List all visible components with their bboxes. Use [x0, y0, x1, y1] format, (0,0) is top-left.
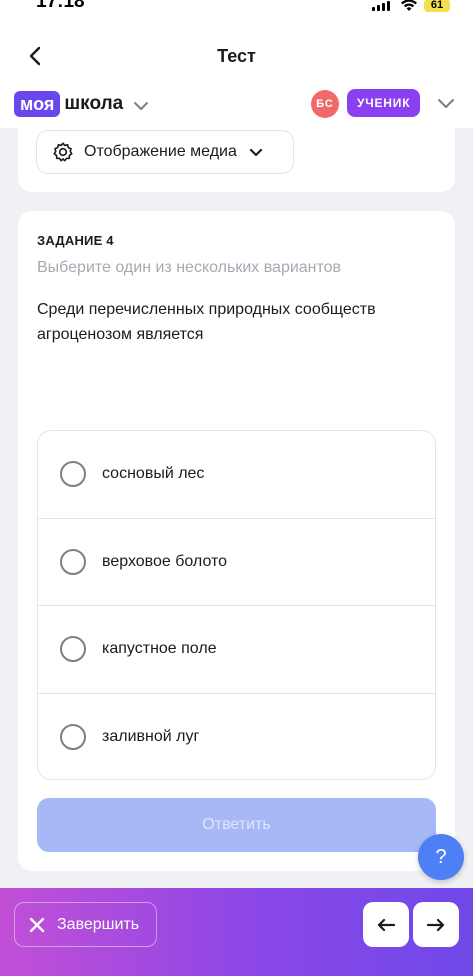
- gear-icon: [53, 142, 73, 162]
- arrow-left-icon: [377, 918, 396, 931]
- task-hint: Выберите один из нескольких вариантов: [37, 259, 342, 276]
- task-number: ЗАДАНИЕ 4: [37, 233, 114, 248]
- battery-icon: 61: [424, 0, 450, 12]
- signal-icon: [372, 1, 390, 11]
- task-card: ЗАДАНИЕ 4 Выберите один из нескольких ва…: [18, 211, 455, 871]
- brand-moya: моя: [14, 91, 61, 117]
- app-header: Тест моя школа БС УЧЕНИК: [0, 18, 473, 128]
- page-title: Тест: [217, 46, 256, 66]
- status-time: 17:18: [36, 0, 85, 12]
- option-label: верховое болото: [102, 552, 228, 570]
- previous-task-button[interactable]: [363, 902, 409, 947]
- option-label: сосновый лес: [102, 465, 205, 483]
- answer-options: сосновый лес верховое болото капустное п…: [37, 430, 436, 780]
- next-task-button[interactable]: [413, 902, 459, 947]
- chevron-down-icon: [134, 101, 149, 110]
- finish-label: Завершить: [57, 915, 140, 933]
- radio-button[interactable]: [60, 548, 86, 575]
- brand-shkola: школа: [64, 93, 124, 114]
- wifi-icon: [401, 0, 417, 11]
- answer-option[interactable]: капустное поле: [38, 606, 435, 694]
- status-bar: 17:18 61: [0, 0, 473, 18]
- radio-button[interactable]: [60, 461, 86, 488]
- submit-answer-button[interactable]: Ответить: [37, 798, 436, 852]
- close-icon: [29, 917, 45, 932]
- option-label: капустное поле: [102, 640, 217, 658]
- radio-button[interactable]: [60, 724, 86, 751]
- media-card: Отображение медиа: [18, 128, 455, 192]
- answer-option[interactable]: сосновый лес: [38, 431, 435, 519]
- media-display-label: Отображение медиа: [84, 143, 237, 160]
- chevron-down-icon: [249, 148, 262, 157]
- arrow-right-icon: [426, 918, 445, 931]
- chevron-down-icon[interactable]: [437, 97, 455, 109]
- role-badge[interactable]: УЧЕНИК: [347, 89, 421, 117]
- finish-test-button[interactable]: Завершить: [14, 902, 157, 947]
- radio-button[interactable]: [60, 636, 86, 663]
- media-display-button[interactable]: Отображение медиа: [36, 130, 294, 174]
- task-question: Среди перечисленных природных сообществ …: [37, 301, 376, 343]
- avatar[interactable]: БС: [311, 90, 339, 118]
- brand-logo[interactable]: моя школа: [14, 91, 149, 117]
- bottom-action-bar: Завершить: [0, 888, 473, 976]
- answer-option[interactable]: заливной луг: [38, 694, 435, 780]
- option-label: заливной луг: [102, 728, 200, 746]
- help-button[interactable]: ?: [418, 834, 464, 880]
- answer-option[interactable]: верховое болото: [38, 519, 435, 606]
